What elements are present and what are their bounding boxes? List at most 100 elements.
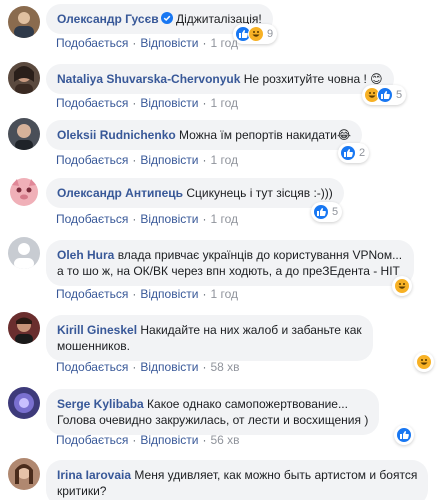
like-link[interactable]: Подобається bbox=[56, 360, 128, 374]
comment: Serge Kylibaba Какое однако самопожертво… bbox=[0, 385, 444, 455]
comment-actions: Подобається · Відповісти · 1 год bbox=[56, 95, 238, 111]
separator: · bbox=[132, 360, 137, 374]
comment: Oleh Hura влада привчає українців до кор… bbox=[0, 235, 444, 305]
comment-time[interactable]: 58 хв bbox=[210, 360, 239, 374]
comment-author[interactable]: Irina Iarovaia bbox=[57, 468, 131, 482]
comment-bubble: Kirill Gineskel Накидайте на них жалоб и… bbox=[46, 315, 373, 361]
comment-text-line-2: критики? bbox=[57, 484, 107, 498]
avatar[interactable] bbox=[8, 387, 40, 419]
comment-text-line-2: мошенников. bbox=[57, 339, 130, 353]
comment: Kirill Gineskel Накидайте на них жалоб и… bbox=[0, 310, 444, 380]
haha-reaction-icon bbox=[394, 278, 410, 294]
comment: Олександр Гусєв Діджиталізація! 9 Подоба… bbox=[0, 0, 444, 62]
like-reaction-icon bbox=[340, 145, 356, 161]
like-reaction-icon bbox=[377, 87, 393, 103]
reaction-count: 5 bbox=[332, 206, 339, 218]
avatar[interactable] bbox=[8, 237, 40, 269]
comment-time[interactable]: 1 год bbox=[210, 153, 238, 167]
like-reaction-icon bbox=[396, 427, 412, 443]
like-link[interactable]: Подобається bbox=[56, 153, 128, 167]
separator: · bbox=[202, 212, 207, 226]
avatar[interactable] bbox=[8, 458, 40, 490]
haha-reaction-icon bbox=[248, 26, 264, 42]
comment: Irina Iarovaia Меня удивляет, как можно … bbox=[0, 455, 444, 500]
comment-author[interactable]: Oleh Hura bbox=[57, 248, 114, 262]
separator: · bbox=[202, 36, 207, 50]
comment-bubble: Oleh Hura влада привчає українців до кор… bbox=[46, 240, 414, 286]
separator: · bbox=[202, 287, 207, 301]
comment-bubble: Nataliya Shuvarska-Chervonyuk Не розхиту… bbox=[46, 64, 394, 94]
like-link[interactable]: Подобається bbox=[56, 36, 128, 50]
comment-actions: Подобається · Відповісти · 1 год bbox=[56, 211, 238, 227]
comment-time[interactable]: 1 год bbox=[210, 287, 238, 301]
reaction-summary[interactable]: 9 bbox=[233, 24, 278, 44]
comment-bubble: Serge Kylibaba Какое однако самопожертво… bbox=[46, 389, 380, 435]
reaction-count: 9 bbox=[267, 28, 274, 40]
separator: · bbox=[202, 96, 207, 110]
reaction-summary[interactable]: 2 bbox=[338, 143, 370, 163]
comment-actions: Подобається · Відповісти · 1 год bbox=[56, 286, 238, 302]
like-link[interactable]: Подобається bbox=[56, 96, 128, 110]
comment-time[interactable]: 1 год bbox=[210, 212, 238, 226]
reply-link[interactable]: Відповісти bbox=[140, 153, 198, 167]
comment-bubble: Irina Iarovaia Меня удивляет, как можно … bbox=[46, 460, 429, 500]
reaction-summary[interactable]: 5 bbox=[311, 202, 343, 222]
comment-author[interactable]: Олександр Гусєв bbox=[57, 12, 159, 26]
comment-text: Сцикунець і тут зісцяв :-))) bbox=[186, 186, 333, 200]
avatar[interactable] bbox=[8, 176, 40, 208]
reply-link[interactable]: Відповісти bbox=[140, 360, 198, 374]
reply-link[interactable]: Відповісти bbox=[140, 212, 198, 226]
comment-text: Меня удивляет, как можно быть артистом и… bbox=[134, 468, 418, 482]
avatar[interactable] bbox=[8, 312, 40, 344]
like-link[interactable]: Подобається bbox=[56, 287, 128, 301]
comment-author[interactable]: Oleksii Rudnichenko bbox=[57, 128, 176, 142]
avatar[interactable] bbox=[8, 62, 40, 94]
comment-text: влада привчає українців до користування … bbox=[117, 248, 403, 262]
comment-actions: Подобається · Відповісти · 1 год bbox=[56, 152, 238, 168]
comment-text: Накидайте на них жалоб и забаньте как bbox=[140, 323, 362, 337]
separator: · bbox=[132, 96, 137, 110]
comment-bubble: Олександр Антипець Сцикунець і тут зісця… bbox=[46, 178, 344, 208]
comment-text: Какое однако самопожертвование... bbox=[147, 397, 348, 411]
separator: · bbox=[132, 212, 137, 226]
avatar[interactable] bbox=[8, 118, 40, 150]
reply-link[interactable]: Відповісти bbox=[140, 96, 198, 110]
comment-text: Можна їм репортів накидати😂 bbox=[179, 128, 351, 142]
comment: Oleksii Rudnichenko Можна їм репортів на… bbox=[0, 116, 444, 172]
like-reaction-icon bbox=[313, 204, 329, 220]
comment-time[interactable]: 1 год bbox=[210, 36, 238, 50]
comment-author[interactable]: Kirill Gineskel bbox=[57, 323, 137, 337]
separator: · bbox=[132, 153, 137, 167]
comment-author[interactable]: Serge Kylibaba bbox=[57, 397, 144, 411]
comment: Nataliya Shuvarska-Chervonyuk Не розхиту… bbox=[0, 60, 444, 116]
reaction-summary[interactable] bbox=[414, 352, 434, 372]
reaction-count: 5 bbox=[396, 89, 403, 101]
comment-actions: Подобається · Відповісти · 58 хв bbox=[56, 359, 240, 375]
separator: · bbox=[132, 433, 137, 447]
comment-bubble: Oleksii Rudnichenko Можна їм репортів на… bbox=[46, 120, 362, 150]
comment-text-line-2: Голова очевидно закружилась, от лести и … bbox=[57, 413, 369, 427]
reply-link[interactable]: Відповісти bbox=[140, 433, 198, 447]
separator: · bbox=[202, 360, 207, 374]
haha-reaction-icon bbox=[416, 354, 432, 370]
comment: Олександр Антипець Сцикунець і тут зісця… bbox=[0, 174, 444, 230]
reaction-summary[interactable]: 5 bbox=[362, 85, 407, 105]
separator: · bbox=[132, 287, 137, 301]
reply-link[interactable]: Відповісти bbox=[140, 36, 198, 50]
like-link[interactable]: Подобається bbox=[56, 212, 128, 226]
reply-link[interactable]: Відповісти bbox=[140, 287, 198, 301]
comment-author[interactable]: Олександр Антипець bbox=[57, 186, 183, 200]
comment-actions: Подобається · Відповісти · 1 год bbox=[56, 35, 238, 51]
separator: · bbox=[132, 36, 137, 50]
reaction-summary[interactable] bbox=[392, 276, 412, 296]
verified-badge-icon bbox=[160, 12, 173, 24]
reaction-count: 2 bbox=[359, 147, 366, 159]
separator: · bbox=[202, 153, 207, 167]
avatar[interactable] bbox=[8, 6, 40, 38]
comment-time[interactable]: 1 год bbox=[210, 96, 238, 110]
comment-author[interactable]: Nataliya Shuvarska-Chervonyuk bbox=[57, 72, 240, 86]
comment-time[interactable]: 56 хв bbox=[210, 433, 239, 447]
like-link[interactable]: Подобається bbox=[56, 433, 128, 447]
reaction-summary[interactable] bbox=[394, 425, 414, 445]
comment-text-line-2: а то шо ж, на ОК/ВК через впн ходють, а … bbox=[57, 264, 400, 278]
